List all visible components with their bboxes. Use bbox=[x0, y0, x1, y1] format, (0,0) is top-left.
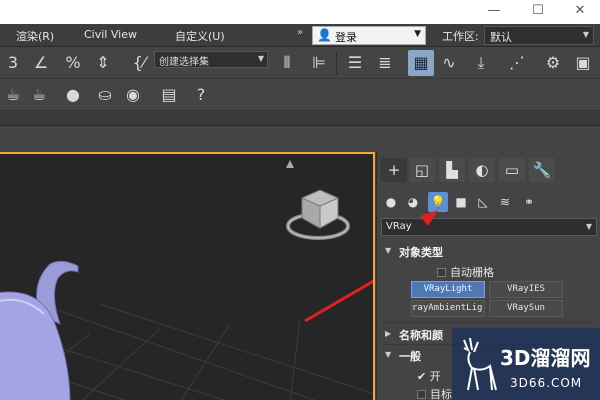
graphite-ribbon-icon[interactable]: ▦ bbox=[408, 50, 434, 76]
login-label: 登录 bbox=[335, 31, 357, 44]
expand-triangle-icon: ▶ bbox=[385, 329, 392, 338]
motion-tab-icon[interactable]: ◐ bbox=[469, 158, 495, 182]
secondary-toolbar bbox=[0, 80, 600, 110]
render-teapot-icon[interactable]: ⛀ bbox=[92, 82, 118, 108]
targeted-check-box[interactable] bbox=[417, 390, 426, 399]
material-editor-icon[interactable]: ⚙ bbox=[540, 50, 566, 76]
systems-icon[interactable]: ⚭ bbox=[519, 192, 539, 212]
selection-set-dropdown[interactable]: 创建选择集 ▼ bbox=[154, 51, 268, 68]
command-panel-tabs: + ◱ ▙ ◐ ▭ 🔧 bbox=[377, 158, 600, 186]
space-warps-icon[interactable]: ≋ bbox=[495, 192, 515, 212]
object-type-title: 对象类型 bbox=[399, 246, 443, 259]
chevron-down-icon: ▼ bbox=[414, 29, 421, 39]
chevron-down-icon: ▼ bbox=[257, 54, 264, 63]
menu-expand-button[interactable]: » bbox=[297, 27, 309, 43]
menu-civil-view[interactable]: Civil View bbox=[84, 28, 137, 41]
menu-customize[interactable]: 自定义(U) bbox=[175, 28, 225, 44]
layer-explorer-icon[interactable]: ≣ bbox=[372, 50, 398, 76]
curve-editor-icon[interactable]: ∿ bbox=[436, 50, 462, 76]
collapse-triangle-icon: ▼ bbox=[385, 350, 392, 359]
hierarchy-tab-icon[interactable]: ▙ bbox=[439, 158, 465, 182]
title-bar: — ☐ ✕ bbox=[0, 0, 600, 24]
align-icon[interactable]: ⊫ bbox=[306, 50, 332, 76]
scene-explorer-icon[interactable]: ☰ bbox=[342, 50, 368, 76]
helpers-icon[interactable]: ◺ bbox=[473, 192, 493, 212]
auto-grid-checkbox[interactable]: 自动栅格 bbox=[437, 264, 494, 280]
teapot-object[interactable] bbox=[0, 260, 79, 400]
lights-icon[interactable]: 💡 bbox=[428, 192, 448, 212]
rollout-divider bbox=[381, 322, 593, 323]
light-on-checkbox[interactable]: ✔ 开 bbox=[417, 368, 441, 384]
vrayambientlight-button[interactable]: rayAmbientLig bbox=[411, 300, 485, 317]
login-dropdown[interactable]: 👤 登录 ▼ bbox=[312, 26, 426, 45]
schematic-view-icon[interactable]: ⋰ bbox=[504, 50, 530, 76]
sphere-icon[interactable]: ● bbox=[60, 82, 86, 108]
workspace-select[interactable]: 默认 ▼ bbox=[484, 26, 594, 45]
utilities-tab-icon[interactable]: 🔧 bbox=[529, 158, 555, 182]
user-icon: 👤 bbox=[317, 28, 332, 42]
vraylight-button[interactable]: VRayLight bbox=[411, 281, 485, 298]
workspace-value: 默认 bbox=[490, 31, 512, 44]
ribbon-strip bbox=[0, 110, 600, 126]
object-type-rollout-header[interactable]: ▼ 对象类型 bbox=[381, 244, 593, 260]
auto-grid-label: 自动栅格 bbox=[450, 266, 494, 279]
create-tab-icon[interactable]: + bbox=[381, 158, 407, 182]
annotation-arrow bbox=[304, 279, 373, 323]
render-history-icon[interactable]: ▤ bbox=[156, 82, 182, 108]
snap-3d-icon[interactable]: 3 bbox=[0, 50, 26, 76]
teapot-render-icon[interactable]: ☕ bbox=[0, 82, 26, 108]
watermark-brand: 3D溜溜网 bbox=[500, 346, 591, 370]
watermark-domain: 3D66.COM bbox=[510, 376, 583, 390]
render-frame-icon[interactable]: ☕ bbox=[26, 82, 52, 108]
deer-logo-icon bbox=[463, 337, 497, 391]
viewcube[interactable] bbox=[286, 160, 350, 240]
workspace-label: 工作区: bbox=[442, 30, 479, 43]
object-type-category-value: VRay bbox=[386, 221, 412, 232]
percent-snap-icon[interactable]: % bbox=[60, 50, 86, 76]
edit-named-selection-icon[interactable]: {⁄ bbox=[126, 50, 152, 76]
panel-gap bbox=[0, 126, 600, 152]
vraysun-button[interactable]: VRaySun bbox=[489, 300, 563, 317]
watermark: 3D溜溜网 3D66.COM bbox=[452, 328, 600, 400]
viewport-scene bbox=[0, 160, 373, 400]
perspective-viewport[interactable] bbox=[0, 152, 375, 400]
mirror-icon[interactable]: ⫴ bbox=[274, 50, 300, 76]
maximize-button[interactable]: ☐ bbox=[528, 2, 548, 20]
display-tab-icon[interactable]: ▭ bbox=[499, 158, 525, 182]
material-sphere-icon[interactable]: ◉ bbox=[120, 82, 146, 108]
geometry-icon[interactable]: ● bbox=[381, 192, 401, 212]
checkmark-icon[interactable]: ✔ bbox=[417, 370, 426, 383]
name-color-title: 名称和颜 bbox=[399, 329, 443, 342]
cameras-icon[interactable]: ■ bbox=[451, 192, 471, 212]
create-categories: ● ◕ 💡 ■ ◺ ≋ ⚭ bbox=[377, 190, 600, 214]
targeted-label: 目标 bbox=[430, 388, 452, 400]
close-button[interactable]: ✕ bbox=[570, 2, 590, 20]
help-icon[interactable]: ? bbox=[188, 82, 214, 108]
object-type-category-dropdown[interactable]: VRay ▼ bbox=[381, 218, 597, 236]
targeted-checkbox[interactable]: 目标 bbox=[417, 386, 452, 400]
toolbar-separator bbox=[336, 52, 337, 74]
spinner-snap-icon[interactable]: ⇕ bbox=[90, 50, 116, 76]
shapes-icon[interactable]: ◕ bbox=[403, 192, 423, 212]
collapse-triangle-icon: ▼ bbox=[385, 246, 392, 255]
selection-set-text: 创建选择集 bbox=[159, 57, 209, 68]
vrayies-button[interactable]: VRayIES bbox=[489, 281, 563, 298]
menu-render[interactable]: 渲染(R) bbox=[16, 28, 54, 44]
dope-sheet-icon[interactable]: ⤓ bbox=[468, 50, 494, 76]
auto-grid-check-box[interactable] bbox=[437, 268, 446, 277]
chevron-down-icon: ▼ bbox=[582, 30, 589, 39]
general-title: 一般 bbox=[399, 350, 421, 363]
minimize-button[interactable]: — bbox=[484, 2, 504, 20]
angle-snap-icon[interactable]: ∠ bbox=[28, 50, 54, 76]
light-on-label: 开 bbox=[429, 370, 441, 383]
chevron-down-icon: ▼ bbox=[585, 222, 592, 231]
render-setup-icon[interactable]: ▣ bbox=[570, 50, 596, 76]
modify-tab-icon[interactable]: ◱ bbox=[409, 158, 435, 182]
